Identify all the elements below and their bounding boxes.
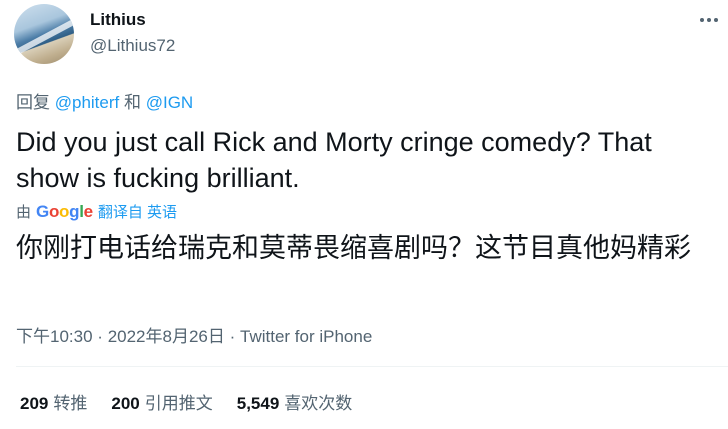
engagement-stats: 209 转推 200 引用推文 5,549 喜欢次数 <box>20 389 352 414</box>
author-handle[interactable]: @Lithius72 <box>90 36 175 56</box>
meta-separator: · <box>97 327 103 346</box>
likes-count: 5,549 <box>236 394 280 413</box>
dot <box>700 18 704 22</box>
tweet-meta: 下午10:30 · 2022年8月26日 · Twitter for iPhon… <box>16 322 372 347</box>
dot <box>714 18 718 22</box>
meta-separator: · <box>229 327 236 346</box>
likes-label: 喜欢次数 <box>284 394 353 413</box>
tweet-time[interactable]: 下午10:30 <box>16 327 93 346</box>
avatar-surf-decoration <box>14 11 74 59</box>
dot <box>707 18 711 22</box>
quotes-stat[interactable]: 200 引用推文 <box>111 389 212 414</box>
mention-link-phiterf[interactable]: @phiterf <box>55 93 120 112</box>
avatar[interactable] <box>14 4 74 64</box>
translation-prefix: 由 <box>16 204 32 221</box>
translation-source-link[interactable]: 翻译自 英语 <box>98 201 177 222</box>
translation-attribution: 由 Google 翻译自 英语 <box>16 201 177 222</box>
quotes-count: 200 <box>111 394 140 413</box>
reply-context: 回复 @phiterf 和 @IGN <box>16 88 193 113</box>
likes-stat[interactable]: 5,549 喜欢次数 <box>237 389 353 414</box>
translated-text: 你刚打电话给瑞克和莫蒂畏缩喜剧吗？这节目真他妈精彩 <box>16 233 691 263</box>
reply-prefix: 回复 <box>16 93 50 112</box>
tweet-date[interactable]: 2022年8月26日 <box>108 327 225 346</box>
google-logo-icon: Google <box>36 201 93 221</box>
tweet-text: Did you just call Rick and Morty cringe … <box>16 127 652 193</box>
retweets-stat[interactable]: 209 转推 <box>20 389 87 414</box>
author-display-name[interactable]: Lithius <box>90 10 146 30</box>
retweets-count: 209 <box>20 394 49 413</box>
more-dots-icon[interactable] <box>697 10 721 30</box>
reply-conjunction: 和 <box>123 93 141 112</box>
quotes-label: 引用推文 <box>144 394 213 413</box>
mention-link-ign[interactable]: @IGN <box>146 93 193 112</box>
retweets-label: 转推 <box>53 394 88 413</box>
divider <box>16 366 728 367</box>
tweet-source[interactable]: Twitter for iPhone <box>240 327 372 346</box>
